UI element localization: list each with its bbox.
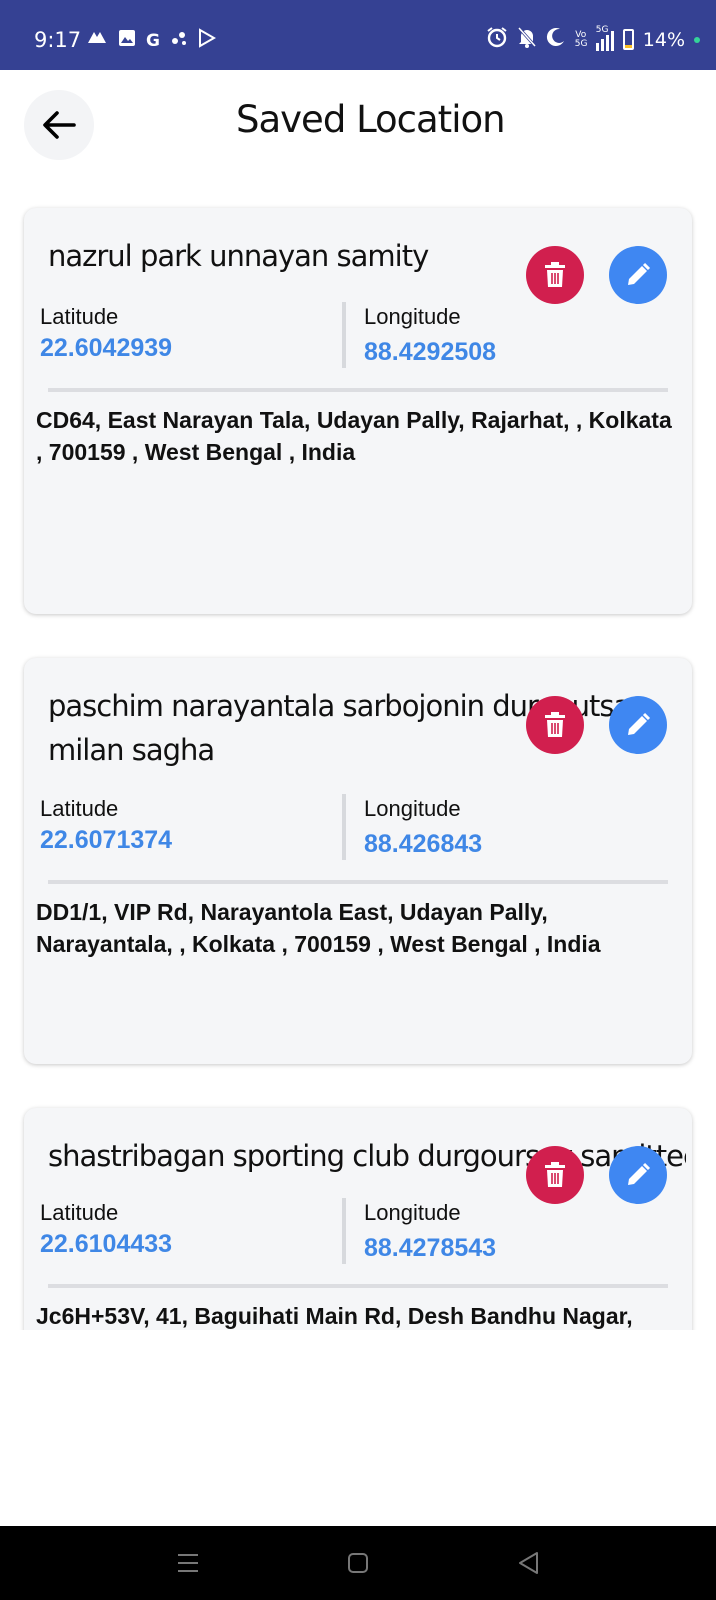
card-divider [48, 388, 668, 392]
back-triangle-icon [519, 1552, 538, 1574]
network-type-label: 5G [595, 24, 609, 35]
delete-button[interactable] [526, 696, 584, 754]
status-notification-icons: G [86, 28, 216, 53]
location-address: DD1/1, VIP Rd, Narayantola East, Udayan … [36, 899, 601, 957]
pencil-icon [628, 712, 651, 735]
pencil-icon [628, 262, 651, 285]
volte-icon: Vo 5G [574, 29, 588, 49]
location-card: nazrul park unnayan samity Latitude 22.6… [24, 208, 692, 614]
latitude-label: Latitude [40, 1200, 119, 1225]
google-icon: G [146, 30, 160, 51]
location-address: CD64, East Narayan Tala, Udayan Pally, R… [36, 407, 672, 465]
longitude-label: Longitude [364, 796, 461, 821]
moon-icon [546, 27, 566, 52]
coordinate-divider [342, 1198, 346, 1264]
app-icon [86, 29, 108, 53]
location-card: shastribagan sporting club durgoursav sa… [24, 1108, 692, 1330]
settings-dots-icon [170, 29, 188, 52]
play-store-icon [198, 28, 216, 53]
signal-icon: 5G [595, 25, 614, 51]
battery-percentage: 14% [642, 28, 685, 51]
trash-icon [545, 262, 565, 287]
trash-icon [545, 712, 565, 737]
home-button[interactable] [338, 1546, 378, 1580]
status-time: 9:17 [34, 28, 82, 52]
system-navigation-bar [0, 1526, 716, 1600]
latitude-value: 22.6071374 [40, 826, 173, 854]
latitude-value: 22.6104433 [40, 1230, 173, 1258]
recent-apps-button[interactable] [168, 1546, 208, 1580]
location-name: shastribagan sporting club durgoursav sa… [48, 1139, 686, 1173]
privacy-indicator-dot [694, 36, 700, 43]
pencil-icon [628, 1162, 651, 1185]
image-icon [118, 29, 136, 52]
card-divider [48, 880, 668, 884]
trash-icon [545, 1162, 565, 1187]
longitude-label: Longitude [364, 1200, 461, 1225]
longitude-value: 88.4278543 [364, 1234, 497, 1262]
longitude-label: Longitude [364, 304, 461, 329]
location-name: paschim narayantala sarbojonin durgoutsa… [48, 689, 647, 767]
location-name: nazrul park unnayan samity [48, 239, 429, 273]
coordinate-divider [342, 302, 346, 368]
coordinate-divider [342, 794, 346, 860]
location-card: paschim narayantala sarbojonin durgoutsa… [24, 658, 692, 1064]
edit-button[interactable] [609, 1146, 667, 1204]
nav-back-button[interactable] [508, 1546, 548, 1580]
longitude-value: 88.426843 [364, 830, 483, 858]
recent-apps-icon [178, 1554, 198, 1572]
back-button[interactable] [24, 90, 94, 160]
card-divider [48, 1284, 668, 1288]
home-icon [348, 1553, 368, 1573]
arrow-left-icon [43, 111, 76, 139]
battery-icon [622, 29, 634, 50]
longitude-value: 88.4292508 [364, 338, 497, 366]
status-bar: 9:17 G Vo 5G 5G 14% [0, 0, 716, 70]
alarm-icon [486, 26, 508, 53]
saved-locations-list[interactable]: nazrul park unnayan samity Latitude 22.6… [0, 196, 716, 1330]
edit-button[interactable] [609, 696, 667, 754]
latitude-label: Latitude [40, 796, 119, 821]
page-title: Saved Location [236, 98, 506, 141]
delete-button[interactable] [526, 246, 584, 304]
edit-button[interactable] [609, 246, 667, 304]
delete-button[interactable] [526, 1146, 584, 1204]
latitude-value: 22.6042939 [40, 334, 173, 362]
notifications-off-icon [517, 26, 537, 53]
latitude-label: Latitude [40, 304, 119, 329]
status-system-icons: Vo 5G 5G 14% [486, 25, 700, 53]
location-address: Jc6H+53V, 41, Baguihati Main Rd, Desh Ba… [36, 1303, 633, 1329]
